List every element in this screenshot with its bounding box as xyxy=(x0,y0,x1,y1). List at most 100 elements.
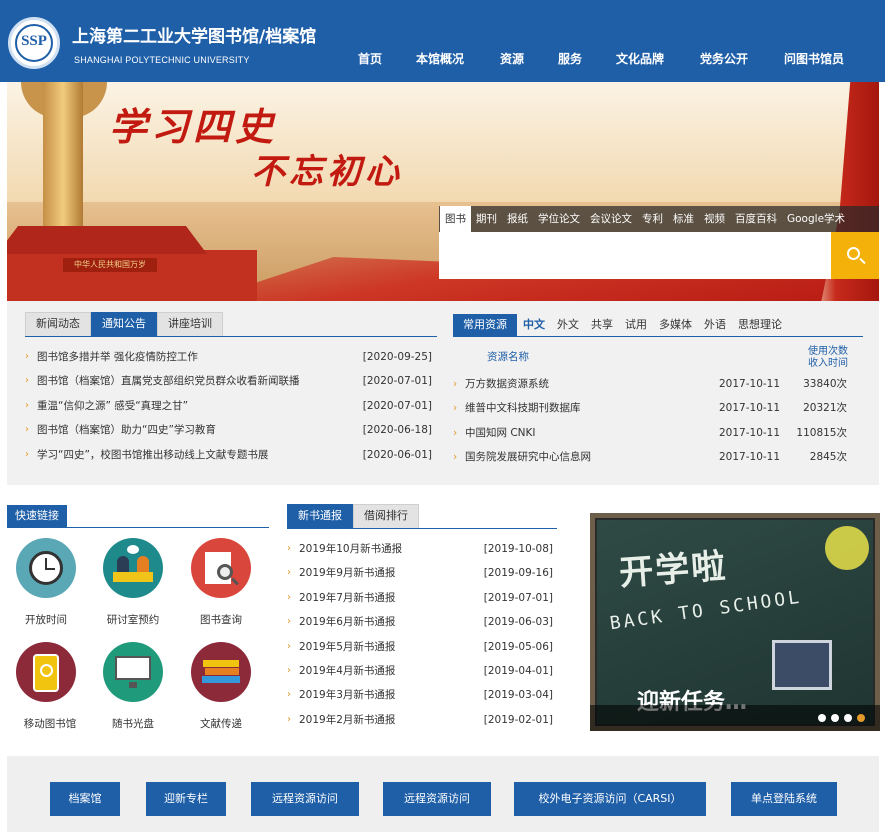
nav-services[interactable]: 服务 xyxy=(558,50,616,67)
archives-button[interactable]: 档案馆 xyxy=(50,782,120,816)
new-book-title[interactable]: 2019年9月新书通报 xyxy=(299,561,395,585)
new-book-date: [2019-05-06] xyxy=(483,640,553,653)
site-title[interactable]: 上海第二工业大学图书馆/档案馆 xyxy=(72,22,316,47)
new-book-title[interactable]: 2019年4月新书通报 xyxy=(299,659,395,683)
search-tab-theses[interactable]: 学位论文 xyxy=(533,206,585,232)
nav-culture-brand[interactable]: 文化品牌 xyxy=(616,50,700,67)
list-item[interactable]: › 2019年3月新书通报 [2019-03-04] xyxy=(287,683,553,707)
tab-trial[interactable]: 试用 xyxy=(619,314,653,336)
search-input[interactable] xyxy=(439,232,831,279)
search-tab-google-scholar[interactable]: Google学术 xyxy=(782,206,850,232)
tab-ideology-theory[interactable]: 思想理论 xyxy=(732,314,788,336)
tab-news[interactable]: 新闻动态 xyxy=(25,312,91,336)
table-row[interactable]: › 国务院发展研究中心信息网 2017-10-11 2845次 xyxy=(453,445,853,469)
new-book-title[interactable]: 2019年6月新书通报 xyxy=(299,610,395,634)
list-item[interactable]: › 图书馆多措并举 强化疫情防控工作 [2020-09-25] xyxy=(25,345,432,369)
resource-name[interactable]: 维普中文科技期刊数据库 xyxy=(465,396,581,420)
quick-link-label[interactable]: 随书光盘 xyxy=(93,716,173,731)
mobile-library-icon[interactable] xyxy=(16,642,76,702)
notice-date: [2020-06-01] xyxy=(362,448,432,461)
quick-link-label[interactable]: 研讨室预约 xyxy=(93,612,173,627)
tab-foreign[interactable]: 外文 xyxy=(551,314,585,336)
book-search-icon[interactable] xyxy=(191,538,251,598)
new-book-title[interactable]: 2019年3月新书通报 xyxy=(299,683,395,707)
list-item[interactable]: › 2019年10月新书通报 [2019-10-08] xyxy=(287,537,553,561)
new-book-title[interactable]: 2019年2月新书通报 xyxy=(299,708,395,732)
search-tab-conference[interactable]: 会议论文 xyxy=(585,206,637,232)
notice-title[interactable]: 学习“四史”，校图书馆推出移动线上文献专题书展 xyxy=(37,443,268,467)
nav-resources[interactable]: 资源 xyxy=(500,50,558,67)
clock-icon[interactable] xyxy=(16,538,76,598)
nav-home[interactable]: 首页 xyxy=(358,50,416,67)
new-book-title[interactable]: 2019年10月新书通报 xyxy=(299,537,402,561)
search-button[interactable] xyxy=(831,232,879,279)
new-book-title[interactable]: 2019年5月新书通报 xyxy=(299,635,395,659)
notice-title[interactable]: 图书馆多措并举 强化疫情防控工作 xyxy=(37,345,198,369)
university-logo[interactable]: SSP xyxy=(8,17,60,69)
notice-title[interactable]: 重温“信仰之源” 感受“真理之甘” xyxy=(37,394,188,418)
slide-dot[interactable] xyxy=(818,714,826,722)
quick-link-label[interactable]: 移动图书馆 xyxy=(10,716,90,731)
list-item[interactable]: › 2019年7月新书通报 [2019-07-01] xyxy=(287,586,553,610)
table-row[interactable]: › 维普中文科技期刊数据库 2017-10-11 20321次 xyxy=(453,396,853,420)
quick-link-label[interactable]: 开放时间 xyxy=(6,612,86,627)
quick-link-label[interactable]: 图书查询 xyxy=(181,612,261,627)
list-item[interactable]: › 2019年2月新书通报 [2019-02-01] xyxy=(287,708,553,732)
list-item[interactable]: › 2019年5月新书通报 [2019-05-06] xyxy=(287,635,553,659)
tab-multimedia[interactable]: 多媒体 xyxy=(653,314,698,336)
tab-shared[interactable]: 共享 xyxy=(585,314,619,336)
search-tab-journals[interactable]: 期刊 xyxy=(471,206,502,232)
slideshow[interactable]: 开学啦 BACK TO SCHOOL 迎新任务… xyxy=(590,513,880,731)
tab-common-resources[interactable]: 常用资源 xyxy=(453,314,517,336)
resource-name[interactable]: 万方数据资源系统 xyxy=(465,372,549,396)
remote-access-button[interactable]: 远程资源访问 xyxy=(251,782,359,816)
tab-notices[interactable]: 通知公告 xyxy=(91,312,157,336)
nav-party-affairs[interactable]: 党务公开 xyxy=(700,50,784,67)
meeting-room-icon[interactable] xyxy=(103,538,163,598)
sso-login-button[interactable]: 单点登陆系统 xyxy=(731,782,837,816)
list-item[interactable]: › 2019年4月新书通报 [2019-04-01] xyxy=(287,659,553,683)
list-item[interactable]: › 重温“信仰之源” 感受“真理之甘” [2020-07-01] xyxy=(25,394,432,418)
list-item[interactable]: › 2019年6月新书通报 [2019-06-03] xyxy=(287,610,553,634)
tab-new-books[interactable]: 新书通报 xyxy=(287,504,353,528)
resource-name[interactable]: 中国知网 CNKI xyxy=(465,421,536,445)
list-item[interactable]: › 图书馆（档案馆）直属党支部组织党员群众收看新闻联播 [2020-07-01] xyxy=(25,369,432,393)
slide-dot[interactable] xyxy=(844,714,852,722)
notice-title[interactable]: 图书馆（档案馆）助力“四史”学习教育 xyxy=(37,418,216,442)
list-item[interactable]: › 2019年9月新书通报 [2019-09-16] xyxy=(287,561,553,585)
new-books-list: › 2019年10月新书通报 [2019-10-08] › 2019年9月新书通报 [2… xyxy=(287,537,553,732)
list-item[interactable]: › 图书馆（档案馆）助力“四史”学习教育 [2020-06-18] xyxy=(25,418,432,442)
resource-date: 2017-10-11 xyxy=(719,451,781,463)
notice-title[interactable]: 图书馆（档案馆）直属党支部组织党员群众收看新闻联播 xyxy=(37,369,300,393)
new-book-date: [2019-07-01] xyxy=(483,591,553,604)
computer-disc-icon[interactable] xyxy=(103,642,163,702)
slide-dot[interactable] xyxy=(831,714,839,722)
table-row[interactable]: › 万方数据资源系统 2017-10-11 33840次 xyxy=(453,372,853,396)
nav-about[interactable]: 本馆概况 xyxy=(416,50,500,67)
books-stack-icon[interactable] xyxy=(191,642,251,702)
nav-ask-librarian[interactable]: 问图书馆员 xyxy=(784,50,844,67)
site-subtitle: SHANGHAI POLYTECHNIC UNIVERSITY xyxy=(74,55,250,65)
remote-access-button-2[interactable]: 远程资源访问 xyxy=(383,782,491,816)
resource-name[interactable]: 国务院发展研究中心信息网 xyxy=(465,445,591,469)
sun-drawing xyxy=(825,526,869,570)
search-tab-standards[interactable]: 标准 xyxy=(668,206,699,232)
tab-chinese[interactable]: 中文 xyxy=(517,314,551,336)
carsi-access-button[interactable]: 校外电子资源访问（CARSI） xyxy=(514,782,706,816)
tab-borrow-ranking[interactable]: 借阅排行 xyxy=(353,504,419,528)
table-row[interactable]: › 中国知网 CNKI 2017-10-11 110815次 xyxy=(453,421,853,445)
search-tab-videos[interactable]: 视频 xyxy=(699,206,730,232)
tab-foreign-language[interactable]: 外语 xyxy=(698,314,732,336)
resource-date: 2017-10-11 xyxy=(719,402,781,414)
list-item[interactable]: › 学习“四史”，校图书馆推出移动线上文献专题书展 [2020-06-01] xyxy=(25,443,432,467)
search-tab-patents[interactable]: 专利 xyxy=(637,206,668,232)
quick-link-label[interactable]: 文献传递 xyxy=(181,716,261,731)
search-tab-newspapers[interactable]: 报纸 xyxy=(502,206,533,232)
new-book-title[interactable]: 2019年7月新书通报 xyxy=(299,586,395,610)
freshmen-button[interactable]: 迎新专栏 xyxy=(146,782,226,816)
slide-dot[interactable] xyxy=(857,714,865,722)
search-tab-baike[interactable]: 百度百科 xyxy=(730,206,782,232)
notice-date: [2020-06-18] xyxy=(362,424,432,437)
search-tab-books[interactable]: 图书 xyxy=(440,206,471,232)
tab-lectures[interactable]: 讲座培训 xyxy=(157,312,223,336)
